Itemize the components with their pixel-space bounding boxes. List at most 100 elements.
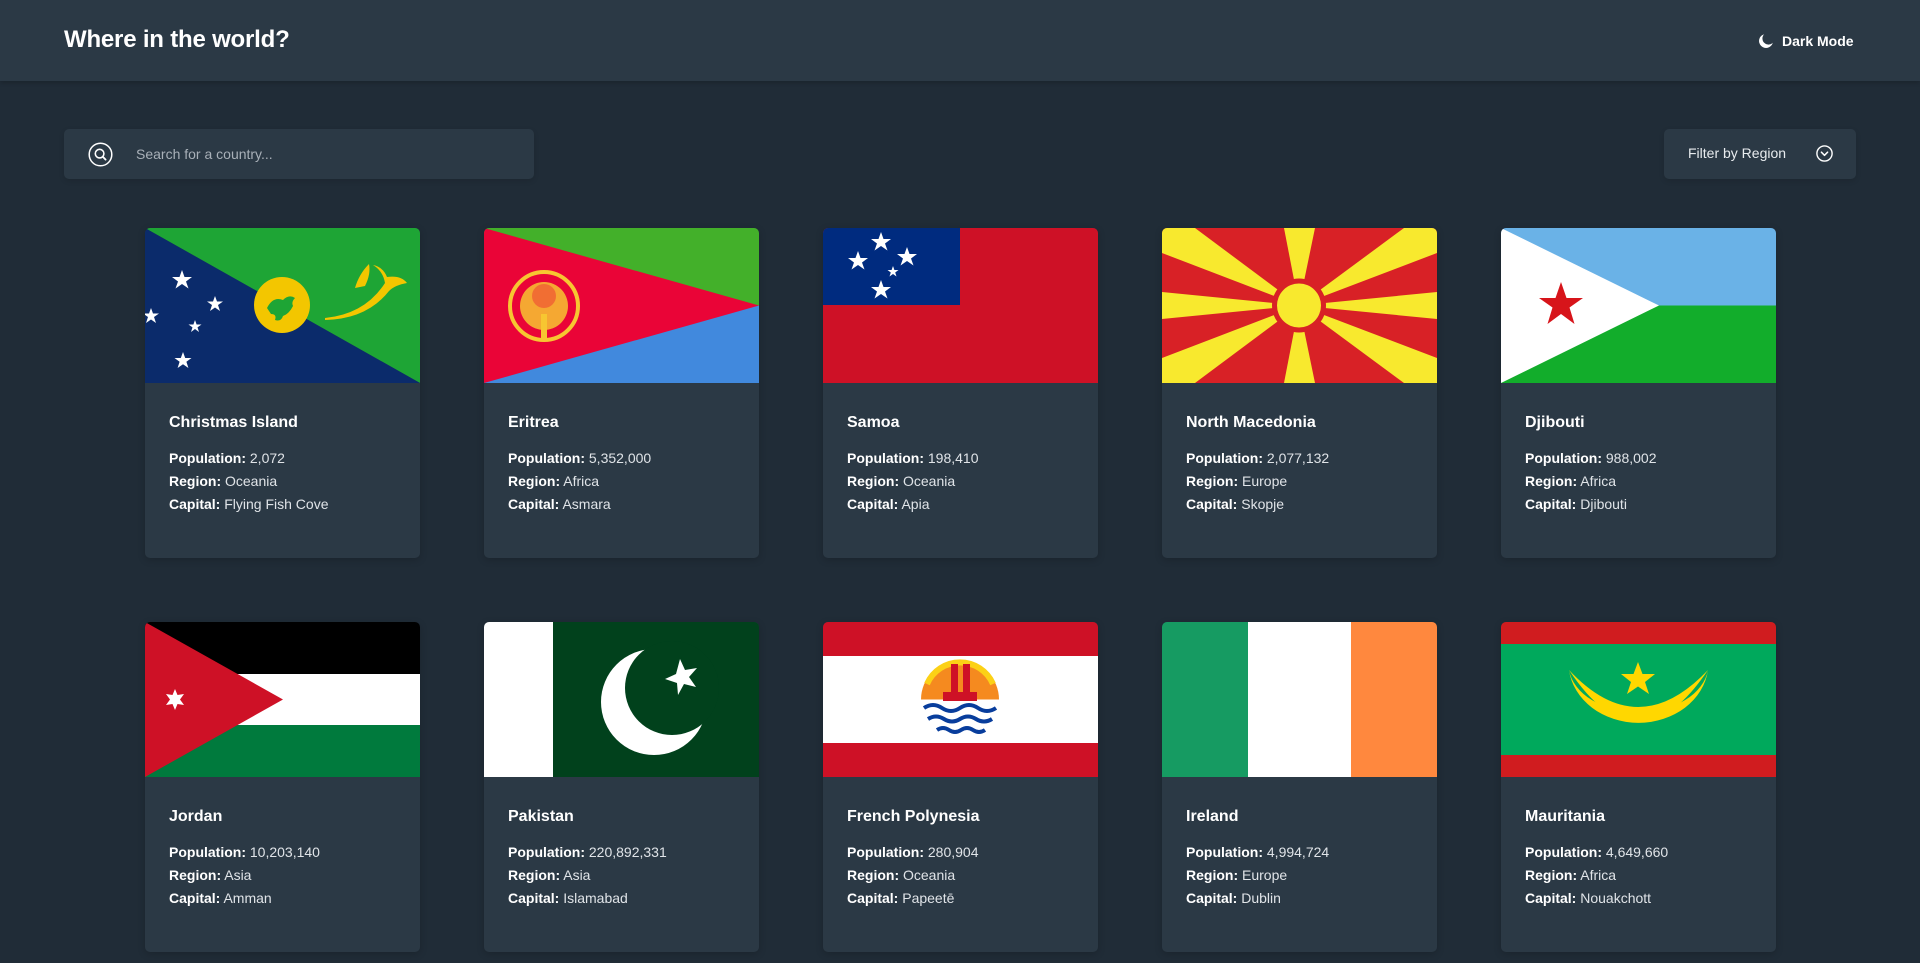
country-name: Ireland [1186, 808, 1239, 825]
population-info: Population: 10,203,140 [169, 844, 320, 860]
capital-info: Capital: Dublin [1186, 890, 1281, 906]
population-label: Population: [1186, 844, 1263, 860]
region-value: Oceania [903, 473, 956, 489]
country-name: Djibouti [1525, 414, 1585, 431]
capital-label: Capital: [847, 496, 899, 512]
population-value: 2,072 [249, 450, 285, 466]
capital-value: Nouakchott [1580, 890, 1652, 906]
country-name: North Macedonia [1186, 414, 1316, 431]
capital-label: Capital: [169, 496, 221, 512]
population-value: 5,352,000 [588, 450, 652, 466]
capital-info: Capital: Islamabad [508, 890, 628, 906]
region-info: Region: Oceania [847, 473, 955, 489]
region-value: Oceania [225, 473, 278, 489]
population-info: Population: 198,410 [847, 450, 979, 466]
capital-info: Capital: Amman [169, 890, 272, 906]
flag-pakistan [484, 622, 759, 777]
region-value: Oceania [903, 867, 956, 883]
country-name: Jordan [169, 808, 223, 825]
region-info: Region: Oceania [847, 867, 955, 883]
search-box [64, 129, 534, 179]
chevron-down-icon [1816, 145, 1833, 162]
population-value: 10,203,140 [249, 844, 320, 860]
population-label: Population: [1525, 450, 1602, 466]
country-card-djibouti[interactable]: Djibouti Population: 988,002 Region: Afr… [1501, 228, 1776, 558]
population-value: 2,077,132 [1266, 450, 1330, 466]
population-info: Population: 988,002 [1525, 450, 1657, 466]
region-value: Asia [563, 867, 591, 883]
flag-north-macedonia [1162, 228, 1437, 383]
region-info: Region: Africa [508, 473, 599, 489]
flag-mauritania [1501, 622, 1776, 777]
capital-label: Capital: [1525, 496, 1577, 512]
region-value: Africa [563, 473, 600, 489]
population-info: Population: 2,072 [169, 450, 285, 466]
flag-jordan [145, 622, 420, 777]
flag-eritrea [484, 228, 759, 383]
country-name: Mauritania [1525, 808, 1606, 825]
region-info: Region: Asia [169, 867, 251, 883]
region-label: Region: [1186, 473, 1239, 489]
region-info: Region: Oceania [169, 473, 277, 489]
country-card-french-polynesia[interactable]: French Polynesia Population: 280,904 Reg… [823, 622, 1098, 952]
country-name: French Polynesia [847, 808, 980, 825]
region-info: Region: Europe [1186, 473, 1287, 489]
population-value: 280,904 [927, 844, 979, 860]
country-card-jordan[interactable]: Jordan Population: 10,203,140 Region: As… [145, 622, 420, 952]
population-value: 4,649,660 [1605, 844, 1669, 860]
capital-value: Dublin [1241, 890, 1281, 906]
capital-value: Skopje [1241, 496, 1285, 512]
region-filter-label: Filter by Region [1688, 145, 1787, 161]
flag-samoa [823, 228, 1098, 383]
region-label: Region: [1525, 473, 1578, 489]
capital-info: Capital: Nouakchott [1525, 890, 1651, 906]
region-value: Africa [1580, 473, 1617, 489]
country-card-eritrea[interactable]: Eritrea Population: 5,352,000 Region: Af… [484, 228, 759, 558]
capital-info: Capital: Flying Fish Cove [169, 496, 329, 512]
population-info: Population: 280,904 [847, 844, 979, 860]
capital-label: Capital: [1525, 890, 1577, 906]
country-card-pakistan[interactable]: Pakistan Population: 220,892,331 Region:… [484, 622, 759, 952]
flag-djibouti [1501, 228, 1776, 383]
capital-value: Apia [901, 496, 930, 512]
app-title: Where in the world? [64, 26, 290, 53]
country-card-north-macedonia[interactable]: North Macedonia Population: 2,077,132 Re… [1162, 228, 1437, 558]
flag-ireland [1162, 622, 1437, 777]
dark-mode-toggle[interactable]: Dark Mode [1758, 30, 1854, 52]
capital-info: Capital: Skopje [1186, 496, 1284, 512]
population-label: Population: [1186, 450, 1263, 466]
population-label: Population: [508, 844, 585, 860]
region-info: Region: Europe [1186, 867, 1287, 883]
country-name: Eritrea [508, 414, 559, 431]
population-value: 220,892,331 [588, 844, 667, 860]
population-label: Population: [508, 450, 585, 466]
flag-french-polynesia [823, 622, 1098, 777]
country-card-mauritania[interactable]: Mauritania Population: 4,649,660 Region:… [1501, 622, 1776, 952]
population-value: 988,002 [1605, 450, 1657, 466]
population-info: Population: 5,352,000 [508, 450, 651, 466]
country-name: Christmas Island [169, 414, 298, 431]
region-label: Region: [508, 473, 561, 489]
country-card-ireland[interactable]: Ireland Population: 4,994,724 Region: Eu… [1162, 622, 1437, 952]
region-filter-dropdown[interactable]: Filter by Region [1664, 129, 1856, 179]
country-card-samoa[interactable]: Samoa Population: 198,410 Region: Oceani… [823, 228, 1098, 558]
capital-label: Capital: [508, 496, 560, 512]
capital-value: Asmara [562, 496, 611, 512]
region-label: Region: [169, 473, 222, 489]
moon-icon [1759, 34, 1773, 48]
capital-value: Amman [223, 890, 272, 906]
capital-label: Capital: [1186, 496, 1238, 512]
capital-value: Papeetē [902, 890, 955, 906]
population-label: Population: [1525, 844, 1602, 860]
dark-mode-label: Dark Mode [1782, 33, 1854, 49]
top-header: Where in the world? Dark Mode [0, 0, 1920, 81]
capital-info: Capital: Djibouti [1525, 496, 1627, 512]
search-input[interactable] [136, 129, 516, 179]
country-name: Samoa [847, 414, 900, 431]
population-label: Population: [847, 450, 924, 466]
region-value: Africa [1580, 867, 1617, 883]
population-info: Population: 220,892,331 [508, 844, 667, 860]
search-icon [88, 142, 113, 167]
country-card-christmas-island[interactable]: Christmas Island Population: 2,072 Regio… [145, 228, 420, 558]
population-info: Population: 4,994,724 [1186, 844, 1329, 860]
